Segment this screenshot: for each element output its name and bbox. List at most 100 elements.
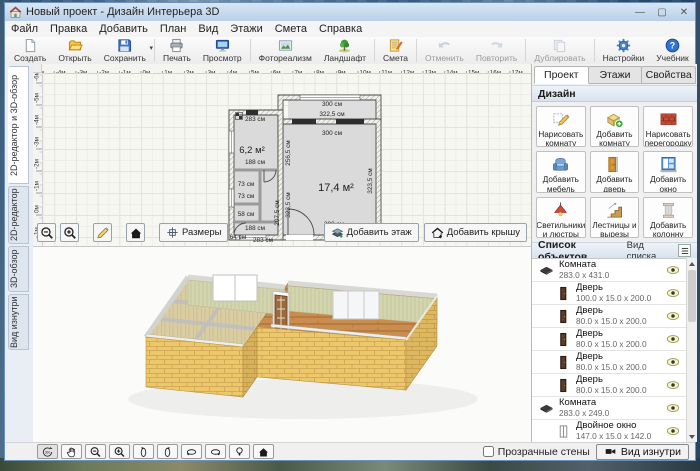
menu-item-5[interactable]: Этажи — [224, 22, 268, 36]
sizes-button[interactable]: Размеры — [159, 223, 228, 242]
objects-header: Список объектов Вид списка — [532, 242, 697, 259]
object-row-6[interactable]: Комната283.0 x 249.0 — [532, 397, 686, 420]
menu-item-3[interactable]: План — [154, 22, 193, 36]
visibility-eye-icon[interactable] — [666, 424, 680, 438]
plan-editor-2d[interactable]: -5м-4м-3м-2м-1м0м1м2м3м4м5м6м7м8м9м10м11… — [33, 64, 531, 246]
toolbar-monitor-button[interactable]: Просмотр — [197, 37, 248, 64]
home-plan-icon — [257, 446, 270, 458]
add-roof-button[interactable]: Добавить крышу — [424, 223, 527, 242]
plan-canvas[interactable]: 300 см322,5 см300 см256,5 см323,5 см17,4… — [42, 73, 531, 246]
zoom-out-button[interactable] — [37, 223, 56, 242]
brick-wall-icon — [659, 110, 678, 130]
orbit-right-button[interactable] — [205, 444, 226, 459]
menu-item-1[interactable]: Правка — [44, 22, 93, 36]
transparent-walls-checkbox[interactable] — [483, 446, 494, 457]
zoom-in-button[interactable] — [109, 444, 130, 459]
inside-view-button[interactable]: Вид изнутри — [596, 444, 689, 460]
toolbar-notepad-button[interactable]: Смета — [377, 37, 414, 64]
title-bar[interactable]: Новый проект - Дизайн Интерьера 3D — ▢ ✕ — [5, 3, 695, 22]
orbit-left-button[interactable] — [181, 444, 202, 459]
stairs-button[interactable]: Лестницы и вырезы — [590, 197, 640, 238]
scroll-up-icon[interactable] — [687, 258, 697, 269]
menu-item-2[interactable]: Добавить — [93, 22, 154, 36]
object-row-2[interactable]: Дверь80.0 x 15.0 x 200.0 — [532, 305, 686, 328]
toolbar-help-circle-button[interactable]: ?Учебник — [650, 37, 695, 64]
toolbar-photo-button[interactable]: Фотореализм — [253, 37, 318, 64]
scroll-thumb[interactable] — [688, 270, 696, 322]
toolbar-open-folder-button[interactable]: Открыть — [52, 37, 97, 64]
door-button[interactable]: Добавить дверь — [590, 151, 640, 192]
zoom-in-button[interactable] — [60, 223, 79, 242]
side-tab-3[interactable]: Вид изнутри — [8, 294, 29, 350]
svg-text:360: 360 — [45, 450, 51, 454]
panel-tab-0[interactable]: Проект — [534, 66, 589, 84]
object-row-0[interactable]: Комната283.0 x 431.0 — [532, 259, 686, 282]
lamp-icon — [551, 201, 570, 221]
floor-roof-buttons: Добавить этаж Добавить крышу — [324, 223, 527, 242]
close-button[interactable]: ✕ — [673, 4, 695, 21]
side-tab-2[interactable]: 3D-обзор — [8, 246, 29, 292]
pan-hand-button[interactable] — [61, 444, 82, 459]
door-obj-icon — [556, 355, 571, 370]
toolbar-gear-button[interactable]: Настройки — [597, 37, 651, 64]
panel-tab-1[interactable]: Этажи — [588, 66, 643, 84]
visibility-eye-icon[interactable] — [666, 378, 680, 392]
visibility-eye-icon[interactable] — [666, 332, 680, 346]
visibility-eye-icon[interactable] — [666, 263, 680, 277]
minimize-button[interactable]: — — [629, 4, 651, 21]
transparent-walls-option[interactable]: Прозрачные стены — [483, 446, 590, 458]
scroll-down-icon[interactable] — [687, 431, 697, 442]
visibility-eye-icon[interactable] — [666, 286, 680, 300]
home-plan-button[interactable] — [253, 444, 274, 459]
objects-scrollbar[interactable] — [686, 258, 697, 442]
svg-text:-6м: -6м — [34, 73, 41, 81]
objects-list[interactable]: Комната283.0 x 431.0Дверь100.0 x 15.0 x … — [532, 258, 697, 442]
menu-item-4[interactable]: Вид — [192, 22, 224, 36]
design-buttons-grid: Нарисовать комнатуДобавить комнатуНарисо… — [532, 102, 697, 242]
maximize-button[interactable]: ▢ — [651, 4, 673, 21]
window-button[interactable]: Добавить окно — [643, 151, 693, 192]
lamp-button[interactable]: Светильники и люстры — [536, 197, 586, 238]
zoom-out-button[interactable] — [85, 444, 106, 459]
add-floor-button[interactable]: Добавить этаж — [324, 223, 419, 242]
door-obj-icon — [556, 286, 571, 301]
floor-plan-drawing[interactable]: 300 см322,5 см300 см256,5 см323,5 см17,4… — [42, 73, 531, 246]
object-row-7[interactable]: Двойное окно147.0 x 15.0 x 142.0 — [532, 420, 686, 442]
home-plan-button[interactable] — [126, 223, 145, 242]
menu-item-0[interactable]: Файл — [5, 22, 44, 36]
armchair-button[interactable]: Добавить мебель — [536, 151, 586, 192]
object-row-1[interactable]: Дверь100.0 x 15.0 x 200.0 — [532, 282, 686, 305]
toolbar-save-floppy-button[interactable]: Сохранить▾ — [98, 37, 152, 64]
side-tab-1[interactable]: 2D-редактор — [8, 186, 29, 244]
visibility-eye-icon[interactable] — [666, 401, 680, 415]
viewer-3d[interactable] — [33, 246, 531, 442]
column-button[interactable]: Добавить колонну — [643, 197, 693, 238]
object-row-4[interactable]: Дверь80.0 x 15.0 x 200.0 — [532, 351, 686, 374]
menu-item-7[interactable]: Справка — [313, 22, 368, 36]
open-folder-icon — [68, 38, 83, 53]
menu-item-6[interactable]: Смета — [269, 22, 313, 36]
toolbar-printer-button[interactable]: Печать — [157, 37, 197, 64]
visibility-eye-icon[interactable] — [666, 355, 680, 369]
light-bulb-button[interactable] — [229, 444, 250, 459]
draw-room-button[interactable]: Нарисовать комнату — [536, 106, 586, 147]
door-obj-icon — [556, 332, 571, 347]
side-tab-0[interactable]: 2D-редактор и 3D-обзор — [8, 66, 29, 184]
object-row-3[interactable]: Дверь80.0 x 15.0 x 200.0 — [532, 328, 686, 351]
rotate-360-button[interactable]: 360 — [37, 444, 58, 459]
house-3d-render[interactable] — [33, 247, 531, 445]
svg-text:188 см: 188 см — [245, 225, 265, 232]
toolbar-new-doc-button[interactable]: Создать — [8, 37, 52, 64]
rotate-left-button[interactable] — [133, 444, 154, 459]
dropdown-arrow-icon[interactable]: ▾ — [149, 44, 153, 52]
panel-tab-2[interactable]: Свойства — [641, 66, 696, 84]
object-row-5[interactable]: Дверь80.0 x 15.0 x 200.0 — [532, 374, 686, 397]
draw-room-icon — [551, 110, 570, 130]
ruler-pencil-button[interactable] — [93, 223, 112, 242]
toolbar-tree-button[interactable]: Ландшафт — [318, 37, 372, 64]
rotate-right-button[interactable] — [157, 444, 178, 459]
visibility-eye-icon[interactable] — [666, 309, 680, 323]
brick-wall-button[interactable]: Нарисовать перегородку — [643, 106, 693, 147]
add-room-button[interactable]: Добавить комнату — [590, 106, 640, 147]
list-view-button[interactable] — [678, 244, 691, 257]
